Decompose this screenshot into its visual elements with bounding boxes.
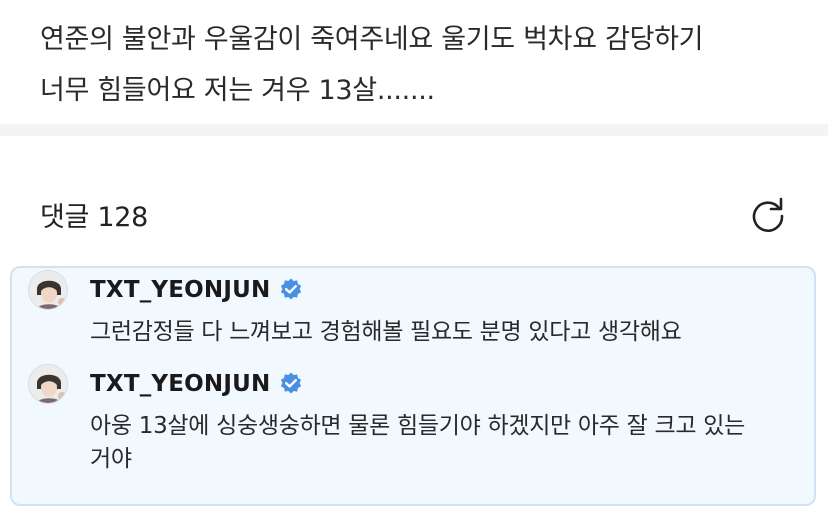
avatar-photo: [29, 271, 67, 309]
avatar[interactable]: [28, 270, 68, 310]
artist-reply-thread: TXT_YEONJUN 그런감정들 다 느껴보고 경험해볼 필요도 분명 있다고…: [10, 266, 816, 506]
author-name[interactable]: TXT_YEONJUN: [90, 371, 270, 397]
post-body-line: 너무 힘들어요 저는 겨우 13살.......: [40, 75, 435, 106]
comments-header: 댓글 128: [40, 192, 790, 236]
verified-badge-icon: [278, 277, 304, 303]
comment-header: TXT_YEONJUN: [28, 364, 798, 404]
comment-header: TXT_YEONJUN: [28, 270, 798, 310]
avatar-photo: [29, 365, 67, 403]
author-name[interactable]: TXT_YEONJUN: [90, 277, 270, 303]
comments-count: 댓글 128: [40, 201, 148, 233]
post-body: 연준의 불안과 우울감이 죽여주네요 울기도 벅차요 감당하기 너무 힘들어요 …: [40, 14, 810, 116]
comment-text: 아웅 13살에 싱숭생숭하면 물론 힘들기야 하겠지만 아주 잘 크고 있는 거…: [90, 410, 798, 476]
comment-text-line: 아웅 13살에 싱숭생숭하면 물론 힘들기야 하겠지만 아주 잘 크고 있는: [90, 413, 745, 439]
artist-comment: TXT_YEONJUN 그런감정들 다 느껴보고 경험해볼 필요도 분명 있다고…: [28, 270, 798, 349]
refresh-icon: [752, 197, 784, 232]
verified-badge-icon: [278, 371, 304, 397]
comment-text: 그런감정들 다 느껴보고 경험해볼 필요도 분명 있다고 생각해요: [90, 316, 798, 349]
artist-comment: TXT_YEONJUN 아웅 13살에 싱숭생숭하면 물론 힘들기야 하겠지만 …: [28, 364, 798, 476]
section-divider: [0, 124, 828, 136]
post-body-line: 연준의 불안과 우울감이 죽여주네요 울기도 벅차요 감당하기: [40, 24, 704, 55]
refresh-button[interactable]: [746, 192, 790, 236]
comment-text-line: 그런감정들 다 느껴보고 경험해볼 필요도 분명 있다고 생각해요: [90, 319, 682, 345]
comment-text-line: 거야: [90, 446, 132, 472]
avatar[interactable]: [28, 364, 68, 404]
